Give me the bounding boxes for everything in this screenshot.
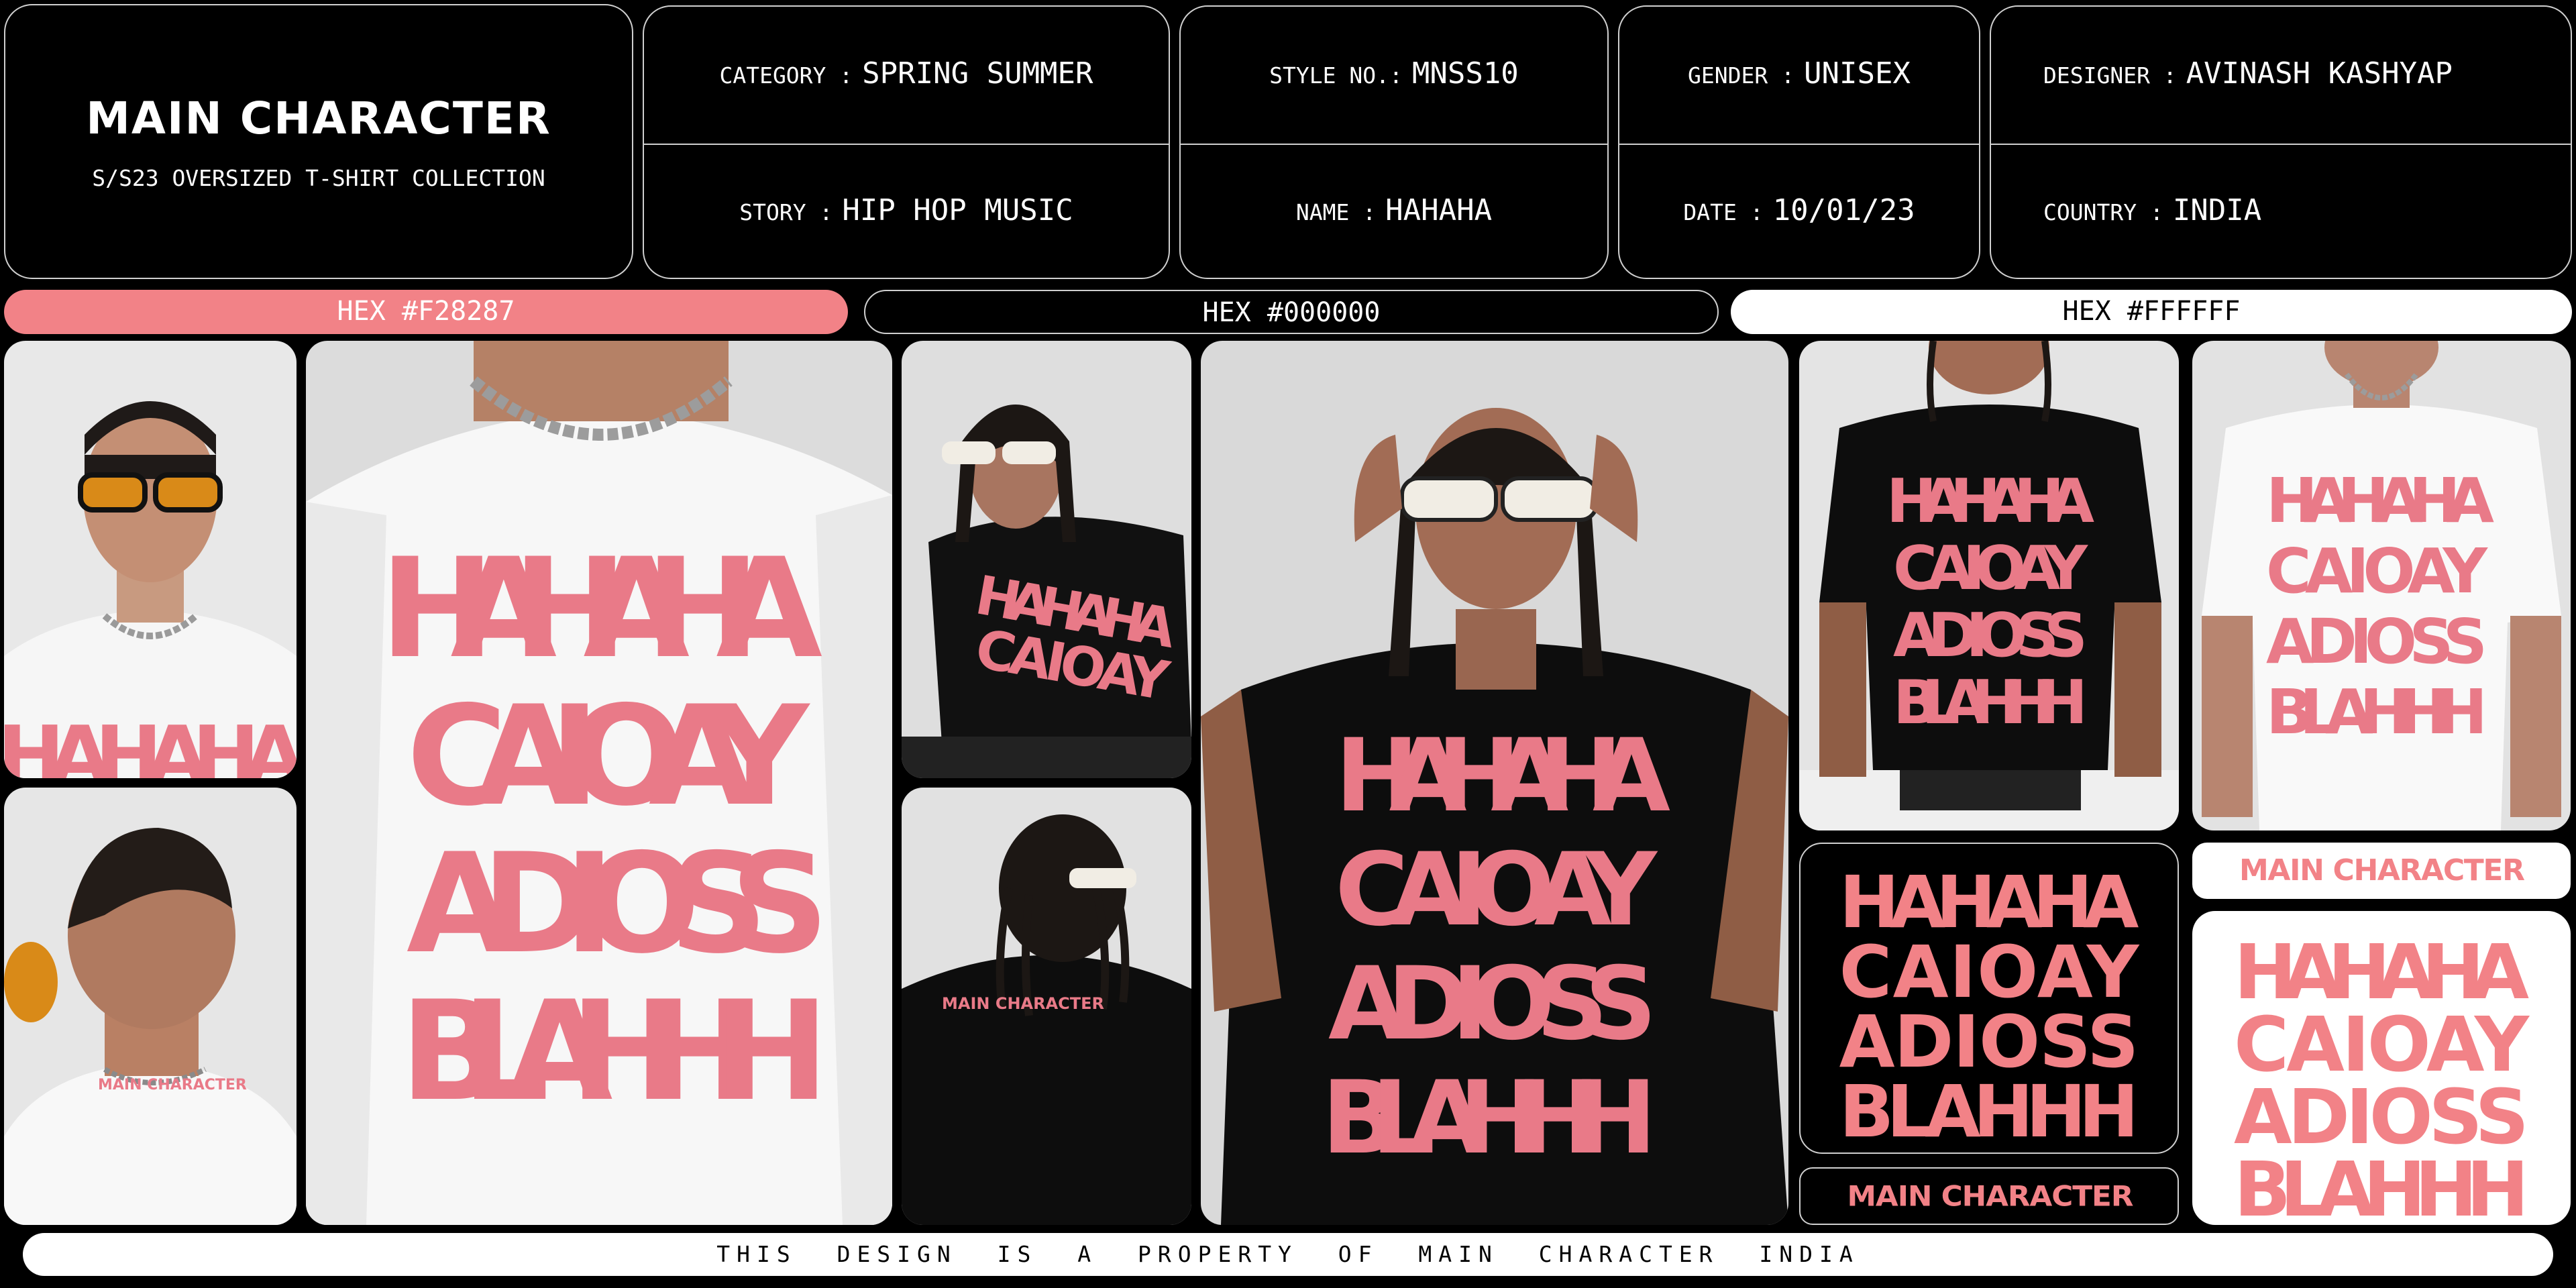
print-line-1: HAHAHA (1886, 466, 2094, 537)
artwork-line-4: BLAHHH (2234, 1146, 2529, 1225)
collar-print: MAIN CHARACTER (98, 1077, 247, 1093)
print-line-4: BLAHHH (400, 972, 829, 1132)
print-line-4: BLAHHH (1893, 667, 2088, 738)
artwork-on-black: HAHAHA CAIOAY ADIOSS BLAHHH (1799, 843, 2179, 1154)
gender-date-panel: GENDER : UNISEX DATE : 10/01/23 (1618, 5, 1980, 279)
label-on-white: MAIN CHARACTER (2192, 843, 2571, 899)
print-line-2: CAIOAY (2266, 535, 2488, 607)
label-text: MAIN CHARACTER (2239, 853, 2525, 888)
divider (1181, 144, 1607, 145)
photo-white-tee-standing: HAHAHA CAIOAY ADIOSS BLAHHH (2192, 341, 2571, 830)
brand-title: MAIN CHARACTER (86, 93, 551, 144)
print-line-3: ADIOSS (407, 824, 829, 984)
story-field: STORY : HIP HOP MUSIC (644, 177, 1169, 244)
name-value: HAHAHA (1385, 193, 1493, 227)
swatch-black: HEX #000000 (864, 290, 1719, 334)
photo-black-tee-standing: HAHAHA CAIOAY ADIOSS BLAHHH (1799, 341, 2179, 830)
date-label: DATE : (1683, 199, 1764, 225)
swatch-black-label: HEX #000000 (1202, 297, 1381, 328)
artwork-on-white: HAHAHA CAIOAY ADIOSS BLAHHH (2192, 911, 2571, 1225)
svg-text:HAHAHA: HAHAHA (4, 710, 297, 778)
name-field: NAME : HAHAHA (1181, 177, 1607, 244)
designer-value: AVINASH KASHYAP (2186, 56, 2453, 91)
swatch-white: HEX #FFFFFF (1731, 290, 2572, 334)
divider (1991, 144, 2571, 145)
date-field: DATE : 10/01/23 (1619, 177, 1979, 244)
print-line-1: HAHAHA (380, 529, 822, 689)
style-no-label: STYLE NO.: (1269, 62, 1403, 89)
swatch-pink: HEX #F28287 (4, 290, 848, 334)
tee-print-large: HAHAHA CAIOAY ADIOSS BLAHHH (380, 529, 829, 1132)
category-field: CATEGORY : SPRING SUMMER (644, 40, 1169, 107)
label-text: MAIN CHARACTER (1847, 1180, 2134, 1213)
print-line-2: CAIOAY (407, 677, 811, 837)
photo-black-tee-back: MAIN CHARACTER (902, 788, 1191, 1225)
print-line-3: ADIOSS (1893, 600, 2088, 671)
label-on-black: MAIN CHARACTER (1799, 1167, 2179, 1225)
story-value: HIP HOP MUSIC (842, 193, 1073, 227)
gender-value: UNISEX (1804, 56, 1911, 91)
category-story-panel: CATEGORY : SPRING SUMMER STORY : HIP HOP… (643, 5, 1170, 279)
photo-hero-black-tee: HAHAHA CAIOAY ADIOSS BLAHHH (1201, 341, 1788, 1225)
print-line-1: HAHAHA (2266, 465, 2494, 537)
print-line-1: HAHAHA (1335, 718, 1670, 835)
print-line-4: BLAHHH (1322, 1060, 1657, 1177)
swatch-pink-label: HEX #F28287 (337, 296, 515, 327)
style-name-panel: STYLE NO.: MNSS10 NAME : HAHAHA (1179, 5, 1609, 279)
story-label: STORY : (739, 199, 833, 225)
country-field: COUNTRY : INDIA (1991, 177, 2571, 244)
collection-subtitle: S/S23 OVERSIZED T-SHIRT COLLECTION (92, 165, 545, 191)
photo-black-tee-seated: HAHAHA CAIOAY (902, 341, 1191, 778)
footer-copyright: THIS DESIGN IS A PROPERTY OF MAIN CHARAC… (23, 1233, 2553, 1276)
category-value: SPRING SUMMER (862, 56, 1093, 91)
brand-panel: MAIN CHARACTER S/S23 OVERSIZED T-SHIRT C… (4, 4, 633, 279)
gender-label: GENDER : (1688, 62, 1794, 89)
print-line-3: ADIOSS (1328, 946, 1657, 1063)
photo-back-collar: MAIN CHARACTER (4, 788, 297, 1225)
gender-field: GENDER : UNISEX (1619, 40, 1979, 107)
designer-country-panel: DESIGNER : AVINASH KASHYAP COUNTRY : IND… (1990, 5, 2572, 279)
style-no-field: STYLE NO.: MNSS10 (1181, 40, 1607, 107)
photo-sunglasses-front: HAHAHA (4, 341, 297, 778)
country-value: INDIA (2172, 193, 2262, 227)
designer-label: DESIGNER : (2043, 62, 2177, 89)
photo-white-tee-closeup: HAHAHA CAIOAY ADIOSS BLAHHH (306, 341, 892, 1225)
divider (644, 144, 1169, 145)
swatch-white-label: HEX #FFFFFF (2062, 296, 2241, 327)
divider (1619, 144, 1979, 145)
category-label: CATEGORY : (719, 62, 853, 89)
print-line-3: ADIOSS (2266, 606, 2487, 678)
name-label: NAME : (1295, 199, 1377, 225)
print-line-2: CAIOAY (1335, 832, 1658, 949)
designer-field: DESIGNER : AVINASH KASHYAP (1991, 40, 2571, 107)
artwork-line-4: BLAHHH (1839, 1071, 2139, 1152)
print-line-4: BLAHHH (2266, 676, 2487, 748)
country-label: COUNTRY : (2043, 199, 2163, 225)
back-print: MAIN CHARACTER (942, 994, 1104, 1013)
footer-text: THIS DESIGN IS A PROPERTY OF MAIN CHARAC… (716, 1241, 1860, 1267)
style-no-value: MNSS10 (1411, 56, 1519, 91)
date-value: 10/01/23 (1772, 193, 1915, 227)
print-line-2: CAIOAY (1893, 533, 2089, 604)
